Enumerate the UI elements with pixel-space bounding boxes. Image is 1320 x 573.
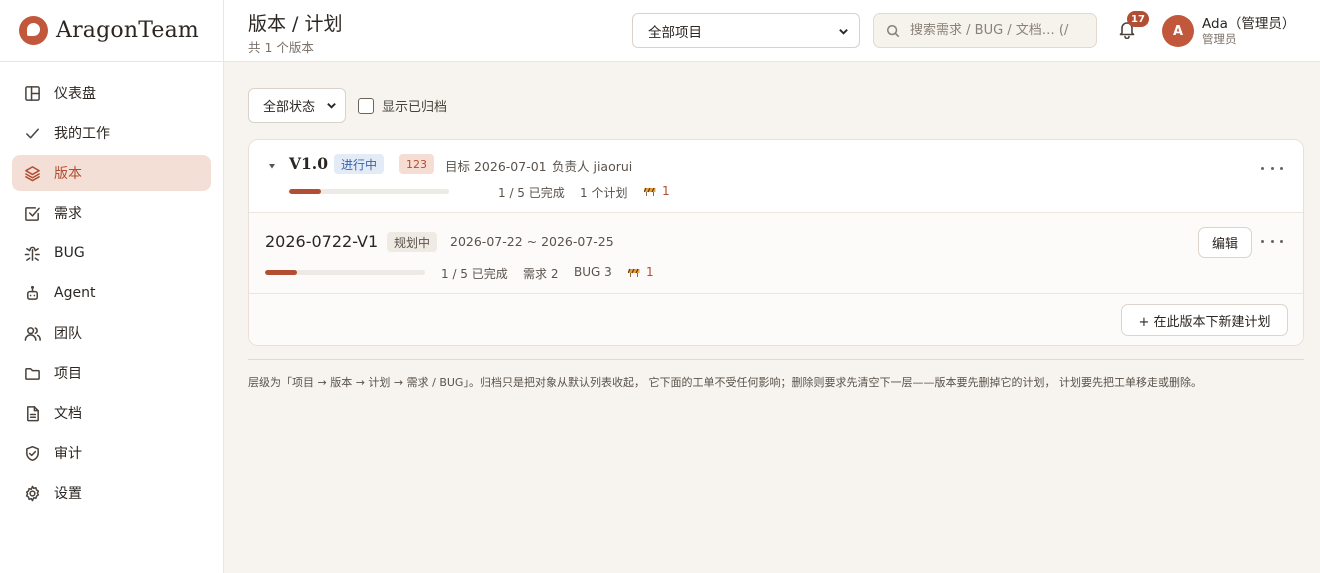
version-progress-bar <box>289 189 449 194</box>
sidebar-item-label: 审计 <box>54 446 82 462</box>
show-archived-checkbox[interactable] <box>358 97 374 114</box>
sidebar-item-label: 仪表盘 <box>54 86 96 102</box>
version-card: V1.0 进行中 123 目标 2026-07-01 负责人 jiaorui 1… <box>248 139 1304 346</box>
sidebar-item-agent[interactable]: Agent <box>12 275 211 311</box>
sidebar-item-requirements[interactable]: 需求 <box>12 195 211 231</box>
app-name: AragonTeam <box>56 18 199 43</box>
plan-row[interactable]: 2026-0722-V1 规划中 2026-07-22 ~ 2026-07-25… <box>249 213 1303 294</box>
search-icon <box>886 24 900 37</box>
sidebar-item-docs[interactable]: 文档 <box>12 395 211 431</box>
notifications-button[interactable]: 17 <box>1117 11 1149 41</box>
card-footer: + 在此版本下新建计划 <box>249 294 1303 345</box>
version-owner: 负责人 jiaorui <box>552 159 633 174</box>
avatar: A <box>1162 15 1194 47</box>
user-name: Ada（管理员） <box>1202 15 1296 32</box>
plan-requirements-text: 需求 2 <box>523 267 559 281</box>
hierarchy-note: 层级为「项目 → 版本 → 计划 → 需求 / BUG」。归档只是把对象从默认列… <box>248 376 1202 389</box>
version-target-date: 目标 2026-07-01 <box>445 159 547 174</box>
sidebar-item-team[interactable]: 团队 <box>12 315 211 351</box>
plan-dates: 2026-07-22 ~ 2026-07-25 <box>450 234 614 249</box>
sidebar-item-label: 文档 <box>54 406 82 422</box>
version-progress-fill <box>289 189 321 194</box>
robot-icon <box>24 285 41 302</box>
user-role: 管理员 <box>1202 31 1237 46</box>
version-status-badge: 进行中 <box>334 154 385 174</box>
sidebar-item-label: 我的工作 <box>54 126 110 142</box>
version-blockers: 1 <box>644 184 670 198</box>
chevron-down-icon <box>326 100 337 111</box>
plan-bugs-text: BUG 3 <box>574 265 612 279</box>
plan-name: 2026-0722-V1 <box>265 232 379 251</box>
version-plans-text: 1 个计划 <box>580 186 628 200</box>
top-header: 版本 / 计划 共 1 个版本 全部项目 17 A Ada（管理员） 管理员 <box>224 0 1320 62</box>
plan-blockers: 1 <box>628 265 654 279</box>
project-select[interactable]: 全部项目 <box>632 13 860 48</box>
status-filter-select[interactable]: 全部状态 <box>248 88 346 123</box>
sidebar-item-label: 团队 <box>54 326 82 342</box>
chevron-down-icon <box>838 25 849 36</box>
version-more-button[interactable] <box>1261 161 1283 175</box>
show-archived-toggle[interactable]: 显示已归档 <box>358 96 447 115</box>
filters-bar: 全部状态 显示已归档 <box>248 88 447 123</box>
gear-icon <box>24 485 41 502</box>
status-filter-value: 全部状态 <box>263 100 316 115</box>
version-name: V1.0 <box>289 154 328 173</box>
divider <box>248 359 1304 360</box>
user-menu[interactable]: A Ada（管理员） 管理员 <box>1162 13 1295 49</box>
page-subtitle: 共 1 个版本 <box>248 40 314 55</box>
sidebar-item-label: BUG <box>54 245 85 261</box>
plan-more-button[interactable] <box>1261 234 1283 248</box>
dashboard-icon <box>24 85 41 102</box>
project-select-value: 全部项目 <box>648 24 702 41</box>
plan-blockers-count: 1 <box>646 265 654 279</box>
sidebar-item-settings[interactable]: 设置 <box>12 475 211 511</box>
notification-count-badge: 17 <box>1127 11 1149 27</box>
collapse-caret-icon[interactable] <box>268 159 276 169</box>
search-box[interactable] <box>873 13 1097 48</box>
document-icon <box>24 405 41 422</box>
search-input[interactable] <box>910 23 1090 38</box>
sidebar: AragonTeam 仪表盘 我的工作 版本 需求 BUG Agent 团队 项… <box>0 0 224 573</box>
page-title: 版本 / 计划 <box>248 13 343 35</box>
version-blockers-count: 1 <box>662 184 670 198</box>
sidebar-item-label: 设置 <box>54 486 82 502</box>
bug-icon <box>24 245 41 262</box>
sidebar-item-label: 版本 <box>54 166 82 182</box>
users-icon <box>24 325 41 342</box>
sidebar-item-bug[interactable]: BUG <box>12 235 211 271</box>
sidebar-item-versions[interactable]: 版本 <box>12 155 211 191</box>
plan-progress-bar <box>265 270 425 275</box>
sidebar-item-label: 需求 <box>54 206 82 222</box>
sidebar-item-label: Agent <box>54 285 96 301</box>
checkbox-icon <box>24 205 41 222</box>
barrier-icon <box>628 268 640 277</box>
shield-icon <box>24 445 41 462</box>
plan-done-text: 1 / 5 已完成 <box>441 267 508 281</box>
version-done-text: 1 / 5 已完成 <box>498 186 565 200</box>
barrier-icon <box>644 187 656 196</box>
sidebar-item-audit[interactable]: 审计 <box>12 435 211 471</box>
version-count-badge: 123 <box>399 154 434 174</box>
check-icon <box>24 125 41 142</box>
edit-plan-button[interactable]: 编辑 <box>1198 227 1252 258</box>
plan-status-badge: 规划中 <box>387 232 438 252</box>
new-plan-button[interactable]: + 在此版本下新建计划 <box>1121 304 1288 336</box>
logo[interactable]: AragonTeam <box>0 0 223 62</box>
folder-icon <box>24 365 41 382</box>
layers-icon <box>24 165 41 182</box>
sidebar-nav: 仪表盘 我的工作 版本 需求 BUG Agent 团队 项目 文档 审计 设置 <box>0 62 223 511</box>
version-row: V1.0 进行中 123 目标 2026-07-01 负责人 jiaorui 1… <box>249 140 1303 213</box>
plan-progress-fill <box>265 270 297 275</box>
show-archived-label: 显示已归档 <box>382 100 448 115</box>
sidebar-item-label: 项目 <box>54 366 82 382</box>
logo-icon <box>19 16 48 45</box>
sidebar-item-my-work[interactable]: 我的工作 <box>12 115 211 151</box>
sidebar-item-dashboard[interactable]: 仪表盘 <box>12 75 211 111</box>
sidebar-item-projects[interactable]: 项目 <box>12 355 211 391</box>
